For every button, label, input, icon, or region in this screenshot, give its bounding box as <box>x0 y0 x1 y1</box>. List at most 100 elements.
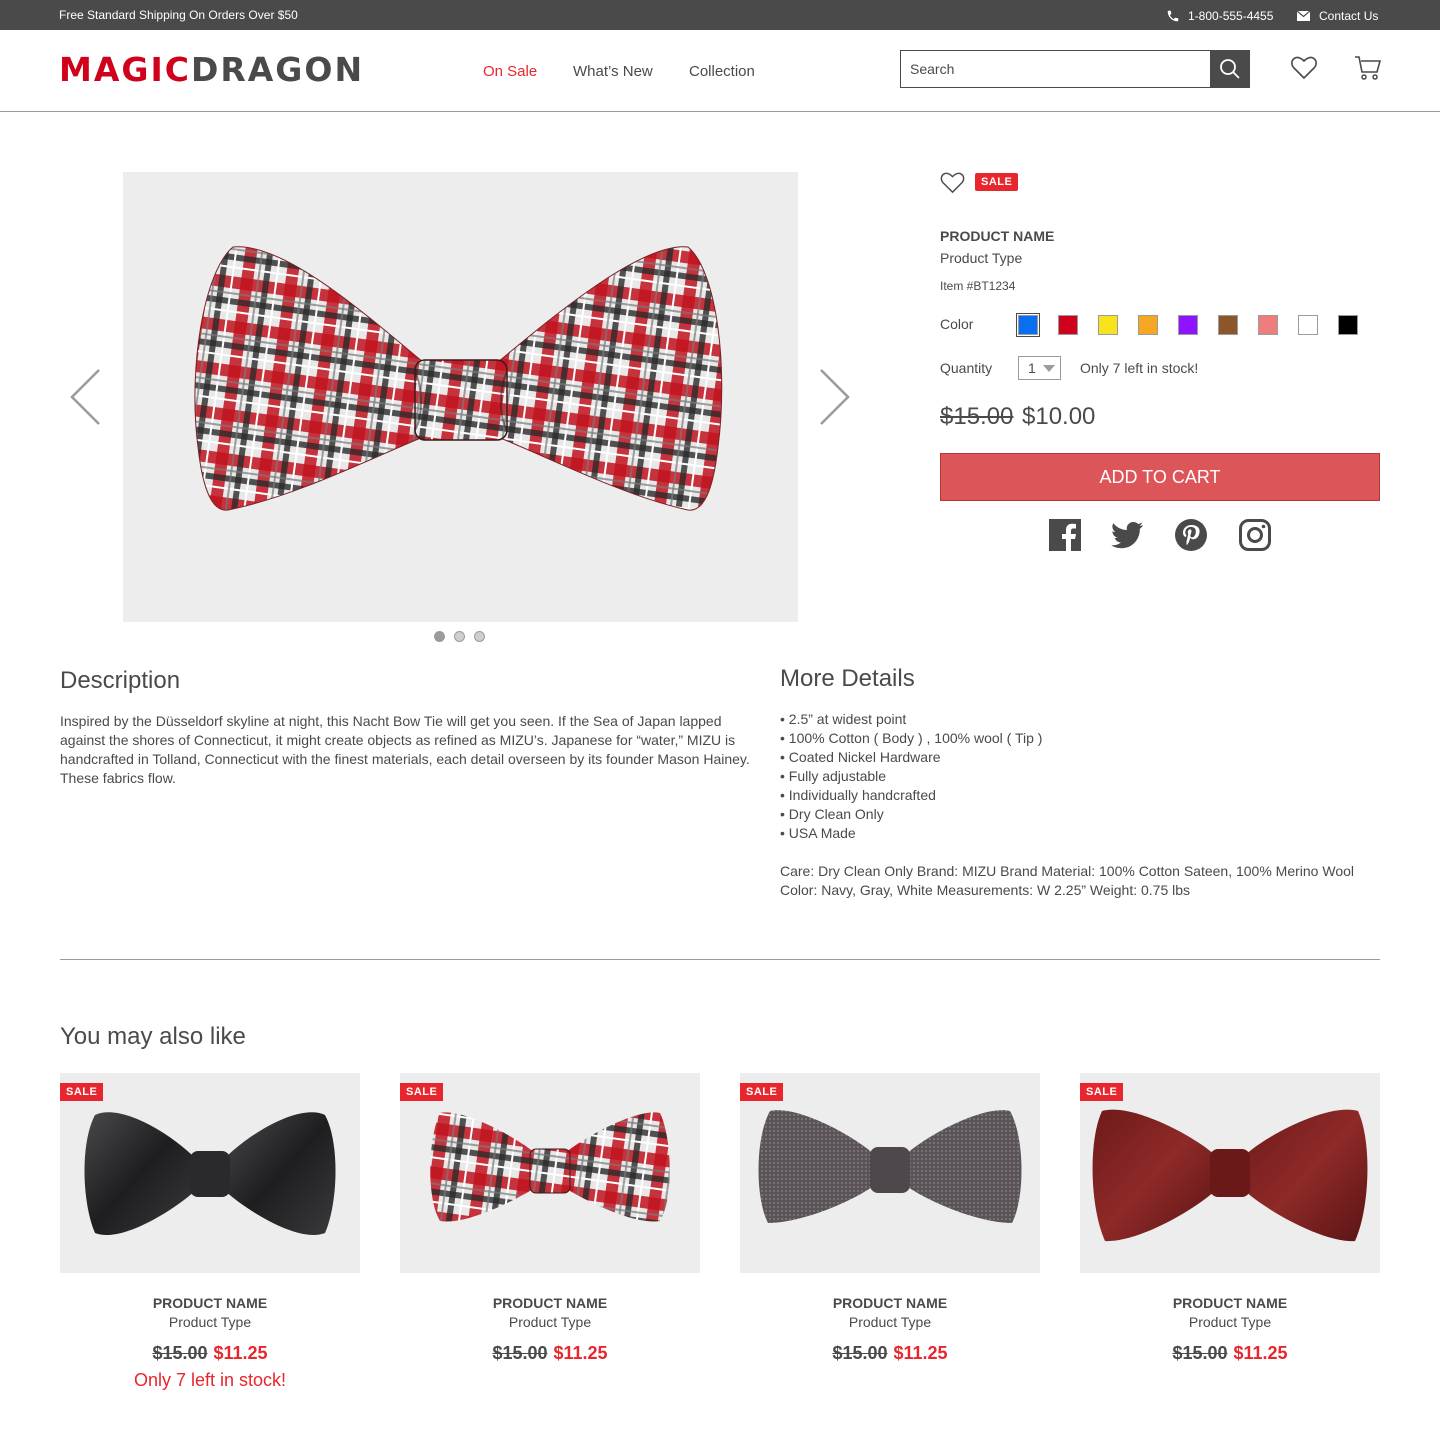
quantity-value: 1 <box>1028 360 1036 376</box>
description-heading: Description <box>60 667 181 694</box>
details-list: • 2.5” at widest point • 100% Cotton ( B… <box>780 710 1042 843</box>
detail-item: • Coated Nickel Hardware <box>780 749 941 765</box>
pinterest-icon[interactable] <box>1175 519 1207 551</box>
sale-price: $11.25 <box>1233 1343 1288 1363</box>
logo-dragon: DRAGON <box>190 50 365 89</box>
section-divider <box>60 959 1380 960</box>
related-product-price: $15.00 $11.25 <box>740 1343 1040 1364</box>
related-product-card[interactable]: SALE PRODUCT NAME Product Type $15.00 $11… <box>740 1073 1040 1363</box>
original-price: $15.00 <box>492 1343 548 1363</box>
product-name: PRODUCT NAME <box>940 228 1055 244</box>
heart-icon[interactable] <box>1291 56 1317 80</box>
contact-label: Contact Us <box>1319 9 1379 23</box>
sale-badge: SALE <box>975 173 1019 191</box>
detail-item: • Individually handcrafted <box>780 787 936 803</box>
nav-collection[interactable]: Collection <box>689 63 755 80</box>
facebook-icon[interactable] <box>1049 519 1081 551</box>
color-swatch[interactable] <box>1016 313 1040 337</box>
stock-notice: Only 7 left in stock! <box>133 1370 287 1390</box>
quantity-select[interactable]: 1 <box>1018 356 1061 380</box>
nav-whats-new[interactable]: What’s New <box>573 63 653 80</box>
cart-icon[interactable] <box>1354 55 1382 81</box>
bow-tie-plaid-image <box>430 1112 670 1222</box>
sale-price: $11.25 <box>553 1343 608 1363</box>
product-image <box>123 172 798 622</box>
sale-badge: SALE <box>60 1083 104 1101</box>
contact-link[interactable]: Contact Us <box>1297 9 1378 23</box>
related-product-card[interactable]: SALE PRODUCT NAME Product Type $15.00 $11… <box>400 1073 700 1363</box>
search-box <box>900 50 1250 88</box>
color-swatch[interactable] <box>1058 315 1078 335</box>
sale-price: $11.25 <box>213 1343 268 1363</box>
stock-notice: Only 7 left in stock! <box>1080 360 1199 376</box>
chevron-down-icon <box>1043 365 1055 372</box>
color-swatch[interactable] <box>1258 315 1278 335</box>
related-product-type: Product Type <box>848 1314 932 1330</box>
original-price: $15.00 <box>940 403 1014 430</box>
related-product-type: Product Type <box>1188 1314 1272 1330</box>
original-price: $15.00 <box>152 1343 208 1363</box>
shipping-promo: Free Standard Shipping On Orders Over $5… <box>59 8 298 22</box>
related-heading: You may also like <box>60 1023 246 1050</box>
bow-tie-black-image <box>84 1112 336 1235</box>
gallery-dots <box>434 631 485 642</box>
phone-link[interactable]: 1-800-555-4455 <box>1166 9 1273 23</box>
related-product-image[interactable]: SALE <box>740 1073 1040 1273</box>
sale-badge: SALE <box>400 1083 444 1101</box>
sale-price: $11.25 <box>893 1343 948 1363</box>
gallery-dot[interactable] <box>454 631 465 642</box>
mail-icon <box>1297 11 1310 21</box>
logo[interactable]: MAGICDRAGON <box>59 50 364 90</box>
color-swatch[interactable] <box>1298 315 1318 335</box>
bow-tie-image <box>194 246 723 511</box>
care-info: Care: Dry Clean Only Brand: MIZU Brand M… <box>780 863 1354 898</box>
chevron-right-icon[interactable] <box>818 368 852 426</box>
nav-on-sale[interactable]: On Sale <box>483 63 537 80</box>
bow-tie-gray-image <box>758 1110 1022 1223</box>
phone-icon <box>1167 10 1179 22</box>
color-label: Color <box>940 316 974 332</box>
sale-price: $10.00 <box>1022 403 1096 430</box>
original-price: $15.00 <box>1172 1343 1228 1363</box>
related-product-price: $15.00 $11.25 <box>1080 1343 1380 1364</box>
related-product-card[interactable]: SALE PRODUCT NAME Product Type $15.00 $11… <box>1080 1073 1380 1363</box>
gallery-dot[interactable] <box>474 631 485 642</box>
color-swatch[interactable] <box>1218 315 1238 335</box>
related-product-name: PRODUCT NAME <box>1172 1295 1288 1311</box>
related-product-type: Product Type <box>508 1314 592 1330</box>
more-details-heading: More Details <box>780 665 915 692</box>
related-product-type: Product Type <box>168 1314 252 1330</box>
site-header: MAGICDRAGON On Sale What’s New Collectio… <box>0 30 1440 112</box>
related-product-price: $15.00 $11.25 <box>400 1343 700 1364</box>
color-swatch[interactable] <box>1178 315 1198 335</box>
original-price: $15.00 <box>832 1343 888 1363</box>
color-swatch[interactable] <box>1138 315 1158 335</box>
related-product-image[interactable]: SALE <box>60 1073 360 1273</box>
search-input[interactable] <box>901 51 1210 87</box>
wishlist-heart-icon[interactable] <box>940 172 965 194</box>
search-button[interactable] <box>1210 51 1249 87</box>
related-product-name: PRODUCT NAME <box>832 1295 948 1311</box>
add-to-cart-button[interactable]: ADD TO CART <box>940 453 1380 501</box>
related-product-price: $15.00 $11.25 <box>60 1343 360 1364</box>
chevron-left-icon[interactable] <box>68 368 102 426</box>
gallery-dot[interactable] <box>434 631 445 642</box>
color-swatch[interactable] <box>1098 315 1118 335</box>
instagram-icon[interactable] <box>1239 519 1271 551</box>
quantity-label: Quantity <box>940 360 993 376</box>
color-swatch[interactable] <box>1338 315 1358 335</box>
detail-item: • Fully adjustable <box>780 768 887 784</box>
top-bar: Free Standard Shipping On Orders Over $5… <box>0 0 1440 30</box>
related-product-image[interactable]: SALE <box>1080 1073 1380 1273</box>
search-icon <box>1219 59 1240 79</box>
related-product-name: PRODUCT NAME <box>492 1295 608 1311</box>
bow-tie-maroon-image <box>1092 1109 1368 1242</box>
related-product-name: PRODUCT NAME <box>152 1295 268 1311</box>
related-product-card[interactable]: SALE PRODUCT NAME Product Type $15.00 $11… <box>60 1073 360 1390</box>
related-product-image[interactable]: SALE <box>400 1073 700 1273</box>
twitter-icon[interactable] <box>1111 519 1144 551</box>
sale-badge: SALE <box>1080 1083 1124 1101</box>
product-type: Product Type <box>940 250 1023 266</box>
detail-item: • 100% Cotton ( Body ) , 100% wool ( Tip… <box>780 730 1043 746</box>
logo-magic: MAGIC <box>59 50 191 89</box>
